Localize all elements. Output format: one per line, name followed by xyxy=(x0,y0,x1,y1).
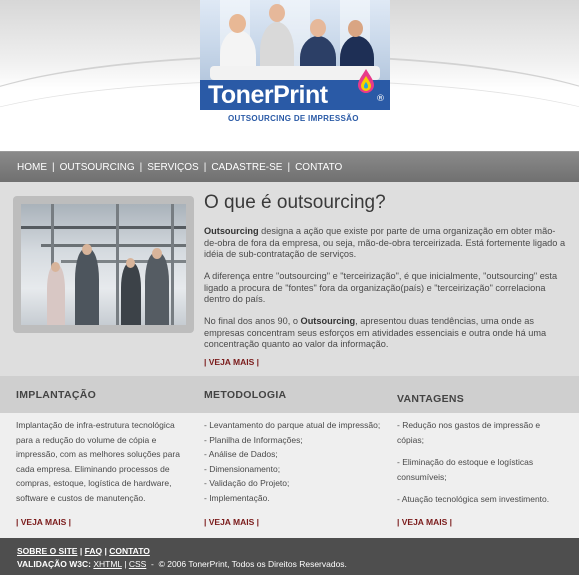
columns-header-bar: IMPLANTAÇÃO METODOLOGIA VANTAGENS xyxy=(0,376,579,413)
business-people-photo xyxy=(13,196,194,333)
nav-contato[interactable]: CONTATO xyxy=(295,162,342,173)
metodologia-item: - Dimensionamento; xyxy=(204,463,281,474)
nav-separator: | xyxy=(139,162,143,173)
tonerprint-logo[interactable]: TonerPrint ® xyxy=(200,69,390,110)
nav-servicos[interactable]: SERVIÇOS xyxy=(147,162,199,173)
metodologia-item: - Implementação. xyxy=(204,492,270,503)
brand-tagline: OUTSOURCING DE IMPRESSÃO xyxy=(228,114,359,123)
footer-separator: | xyxy=(104,546,107,556)
intro-keyword: Outsourcing xyxy=(204,226,259,236)
main-content: O que é outsourcing? Outsourcing designa… xyxy=(0,182,579,376)
vantagens-veja-mais-link[interactable]: | VEJA MAIS | xyxy=(397,517,452,527)
footer: SOBRE O SITE | FAQ | CONTATO VALIDAÇÃO W… xyxy=(0,538,579,575)
footer-link-sobre[interactable]: SOBRE O SITE xyxy=(17,546,77,556)
footer-link-faq[interactable]: FAQ xyxy=(85,546,102,556)
nav-separator: | xyxy=(287,162,291,173)
vantagens-item: - Eliminação do estoque e logísticas con… xyxy=(397,457,534,482)
main-veja-mais-link[interactable]: | VEJA MAIS | xyxy=(204,357,259,367)
validation-css-link[interactable]: CSS xyxy=(129,559,146,569)
difference-paragraph: A diferença entre "outsourcing" e "terce… xyxy=(204,271,558,305)
feature-columns: IMPLANTAÇÃO METODOLOGIA VANTAGENS Implan… xyxy=(0,376,579,538)
footer-validation: VALIDAÇÃO W3C: XHTML | CSS - © 2006 Tone… xyxy=(17,559,347,569)
registered-mark: ® xyxy=(376,94,385,104)
footer-separator: | xyxy=(124,559,127,569)
page-title: O que é outsourcing? xyxy=(204,192,386,213)
intro-paragraph: Outsourcing designa a ação que existe po… xyxy=(204,226,566,261)
footer-separator: | xyxy=(79,546,83,556)
column-title-metodologia: METODOLOGIA xyxy=(204,389,287,401)
metodologia-veja-mais-link[interactable]: | VEJA MAIS | xyxy=(204,517,259,527)
metodologia-item: - Planilha de Informações; xyxy=(204,434,303,445)
metodologia-item: - Validação do Projeto; xyxy=(204,478,290,489)
footer-link-contato[interactable]: CONTATO xyxy=(109,546,150,556)
nav-separator: | xyxy=(52,162,55,173)
trends-keyword: Outsourcing xyxy=(300,316,356,326)
implantacao-veja-mais-link[interactable]: | VEJA MAIS | xyxy=(16,517,71,527)
ink-drop-icon xyxy=(358,69,374,93)
main-navigation: HOME | OUTSOURCING | SERVIÇOS | CADASTRE… xyxy=(0,151,579,182)
nav-cadastre-se[interactable]: CADASTRE-SE xyxy=(211,162,282,173)
validation-xhtml-link[interactable]: XHTML xyxy=(93,559,122,569)
trends-text-a: No final dos anos 90, o xyxy=(204,316,301,326)
nav-outsourcing[interactable]: OUTSOURCING xyxy=(60,162,135,173)
trends-paragraph: No final dos anos 90, o Outsourcing, apr… xyxy=(204,316,566,351)
intro-text: designa a ação que existe por parte de u… xyxy=(204,226,566,260)
validation-label: VALIDAÇÃO W3C: xyxy=(17,559,91,569)
implantacao-text: Implantação de infra-estrutura tecnológi… xyxy=(16,420,180,503)
column-metodologia: - Levantamento do parque atual de impres… xyxy=(204,418,384,506)
header: TonerPrint ® OUTSOURCING DE IMPRESSÃO xyxy=(0,0,579,151)
logo-text: TonerPrint xyxy=(208,81,328,109)
metodologia-item: - Análise de Dados; xyxy=(204,449,278,460)
footer-links: SOBRE O SITE | FAQ | CONTATO xyxy=(17,546,150,556)
metodologia-item: - Levantamento do parque atual de impres… xyxy=(204,420,381,430)
vantagens-item: - Atuação tecnológica sem investimento. xyxy=(397,494,550,505)
column-vantagens: - Redução nos gastos de impressão e cópi… xyxy=(397,418,567,507)
column-implantacao: Implantação de infra-estrutura tecnológi… xyxy=(16,418,194,506)
column-title-implantacao: IMPLANTAÇÃO xyxy=(16,389,97,401)
nav-separator: | xyxy=(203,162,207,173)
vantagens-item: - Redução nos gastos de impressão e cópi… xyxy=(397,420,541,445)
column-title-vantagens: VANTAGENS xyxy=(397,393,465,405)
nav-home[interactable]: HOME xyxy=(17,162,47,173)
copyright-text: © 2006 TonerPrint, Todos os Direitos Res… xyxy=(158,559,347,569)
